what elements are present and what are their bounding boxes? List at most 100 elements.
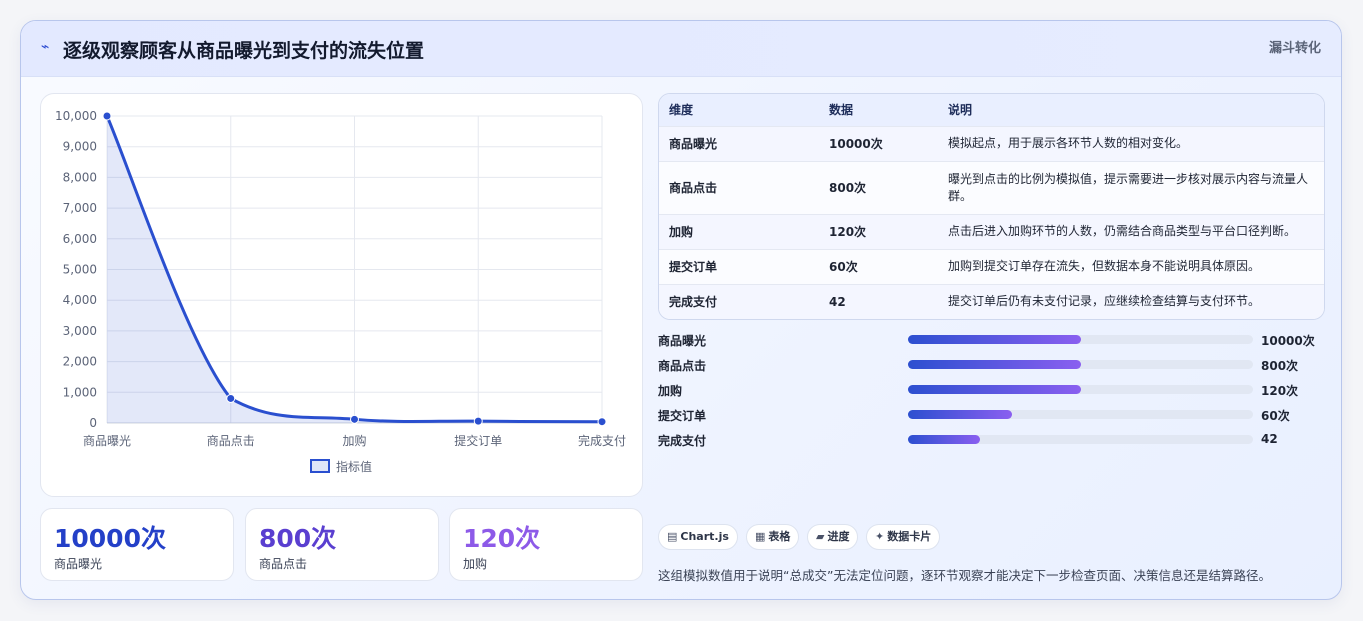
tag-table[interactable]: ▦ 表格 [746,524,800,550]
funnel-table: 维度 数据 说明 商品曝光 10000次 模拟起点，用于展示各环节人数的相对变化… [658,93,1325,320]
table-cell: 10000次 [819,125,938,161]
y-tick-label: 7,000 [63,201,97,215]
progress-value: 10000次 [1261,334,1315,348]
kpi-label: 商品点击 [259,557,308,571]
table-cell: 42 [819,283,938,319]
y-tick-label: 8,000 [63,170,97,184]
data-point [597,417,607,427]
table-cell: 120次 [819,213,938,249]
y-tick-label: 5,000 [63,263,97,277]
table-cell: 完成支付 [659,283,819,319]
chart-icon: ▤ [667,530,678,543]
x-tick-label: 提交订单 [454,433,502,448]
kpi-card-click: 800次 商品点击 [245,508,439,581]
legend-label: 指标值 [336,459,372,474]
table-cell: 800次 [819,160,938,214]
table-row: 加购 120次 点击后进入加购环节的人数，仍需结合商品类型与平台口径判断。 [659,213,1324,249]
kpi-card-exposure: 10000次 商品曝光 [40,508,234,581]
table-row: 完成支付 42 提交订单后仍有未支付记录，应继续检查结算与支付环节。 [659,283,1324,319]
tag-label: 进度 [827,530,850,543]
progress-value: 800次 [1261,359,1299,373]
tag-label: Chart.js [680,530,729,543]
table-cell: 提交订单 [659,248,819,284]
table-cell: 提交订单后仍有未支付记录，应继续检查结算与支付环节。 [938,283,1324,319]
progress-fill [908,335,1081,344]
table-cell: 点击后进入加购环节的人数，仍需结合商品类型与平台口径判断。 [938,213,1324,249]
y-tick-label: 0 [89,416,97,430]
page-title: 逐级观察顾客从商品曝光到支付的流失位置 [63,40,425,62]
column-header: 维度 [659,94,819,126]
progress-value: 60次 [1261,409,1290,423]
tag-label: 数据卡片 [887,530,932,543]
kpi-value: 10000次 [54,524,166,553]
progress-track [908,435,1253,444]
bolt-icon: ⌁ [41,39,50,55]
data-point [226,393,236,403]
table-cell: 60次 [819,248,938,284]
x-tick-label: 商品点击 [207,433,255,448]
sparkle-icon: ✦ [875,530,885,543]
progress-label: 加购 [658,384,683,398]
table-header-row: 维度 数据 说明 [659,94,1324,126]
tag-label: 表格 [768,530,791,543]
legend-swatch [310,459,330,473]
progress-track [908,335,1253,344]
footnote: 这组模拟数值用于说明“总成交”无法定位问题，逐环节观察才能决定下一步检查页面、决… [658,568,1271,583]
x-tick-label: 商品曝光 [83,433,131,448]
tag-chartjs[interactable]: ▤ Chart.js [658,524,738,550]
table-cell: 加购 [659,213,819,249]
kpi-label: 商品曝光 [54,557,103,571]
funnel-card: ⌁ 逐级观察顾客从商品曝光到支付的流失位置 漏斗转化 0 1,000 2,000 3,… [20,20,1342,600]
progress-row: 商品点击 800次 [658,354,1325,379]
progress-value: 42 [1261,432,1278,446]
table-cell: 模拟起点，用于展示各环节人数的相对变化。 [938,125,1324,161]
kpi-label: 加购 [463,557,488,571]
data-point [102,111,112,121]
progress-fill [908,360,1081,369]
progress-row: 商品曝光 10000次 [658,329,1325,354]
data-point [473,416,483,426]
table-row: 提交订单 60次 加购到提交订单存在流失，但数据本身不能说明具体原因。 [659,248,1324,284]
kpi-value: 800次 [259,524,337,553]
card-header: ⌁ 逐级观察顾客从商品曝光到支付的流失位置 漏斗转化 [21,21,1341,77]
progress-label: 商品点击 [658,359,707,373]
progress-fill [908,435,981,444]
column-header: 说明 [938,94,1324,126]
table-row: 商品曝光 10000次 模拟起点，用于展示各环节人数的相对变化。 [659,125,1324,161]
y-tick-label: 1,000 [63,385,97,399]
table-cell: 商品点击 [659,160,819,214]
table-icon: ▦ [755,530,766,543]
progress-icon: ▰ [816,530,825,543]
progress-row: 加购 120次 [658,379,1325,404]
column-header: 数据 [819,94,938,126]
x-tick-label: 加购 [342,433,366,448]
table-cell: 曝光到点击的比例为模拟值，提示需要进一步核对展示内容与流量人群。 [938,160,1324,214]
chart-svg: 0 1,000 2,000 3,000 4,000 5,000 6,000 7,000 8,00… [55,109,626,474]
y-tick-label: 2,000 [63,355,97,369]
progress-row: 提交订单 60次 [658,404,1325,429]
progress-list: 商品曝光 10000次 商品点击 800次 加购 120次 提交订单 60次 完… [658,329,1325,454]
progress-label: 提交订单 [658,409,707,423]
progress-label: 商品曝光 [658,334,707,348]
category-tag: 漏斗转化 [1268,41,1321,56]
kpi-value: 120次 [463,524,541,553]
funnel-line-chart: 0 1,000 2,000 3,000 4,000 5,000 6,000 7,000 8,00… [40,93,643,497]
y-tick-label: 10,000 [55,109,97,123]
progress-fill [908,385,1081,394]
y-tick-label: 3,000 [63,324,97,338]
tag-data-cards[interactable]: ✦ 数据卡片 [866,524,941,550]
progress-track [908,360,1253,369]
kpi-card-cart: 120次 加购 [449,508,643,581]
data-point [350,414,359,424]
progress-track [908,385,1253,394]
tag-progress[interactable]: ▰ 进度 [807,524,859,550]
progress-track [908,410,1253,419]
table-cell: 商品曝光 [659,125,819,161]
table-row: 商品点击 800次 曝光到点击的比例为模拟值，提示需要进一步核对展示内容与流量人… [659,160,1324,214]
table-cell: 加购到提交订单存在流失，但数据本身不能说明具体原因。 [938,248,1324,284]
y-tick-label: 4,000 [63,293,97,307]
progress-value: 120次 [1261,384,1299,398]
progress-row: 完成支付 42 [658,429,1325,454]
x-tick-label: 完成支付 [578,433,626,448]
y-tick-label: 6,000 [63,232,97,246]
